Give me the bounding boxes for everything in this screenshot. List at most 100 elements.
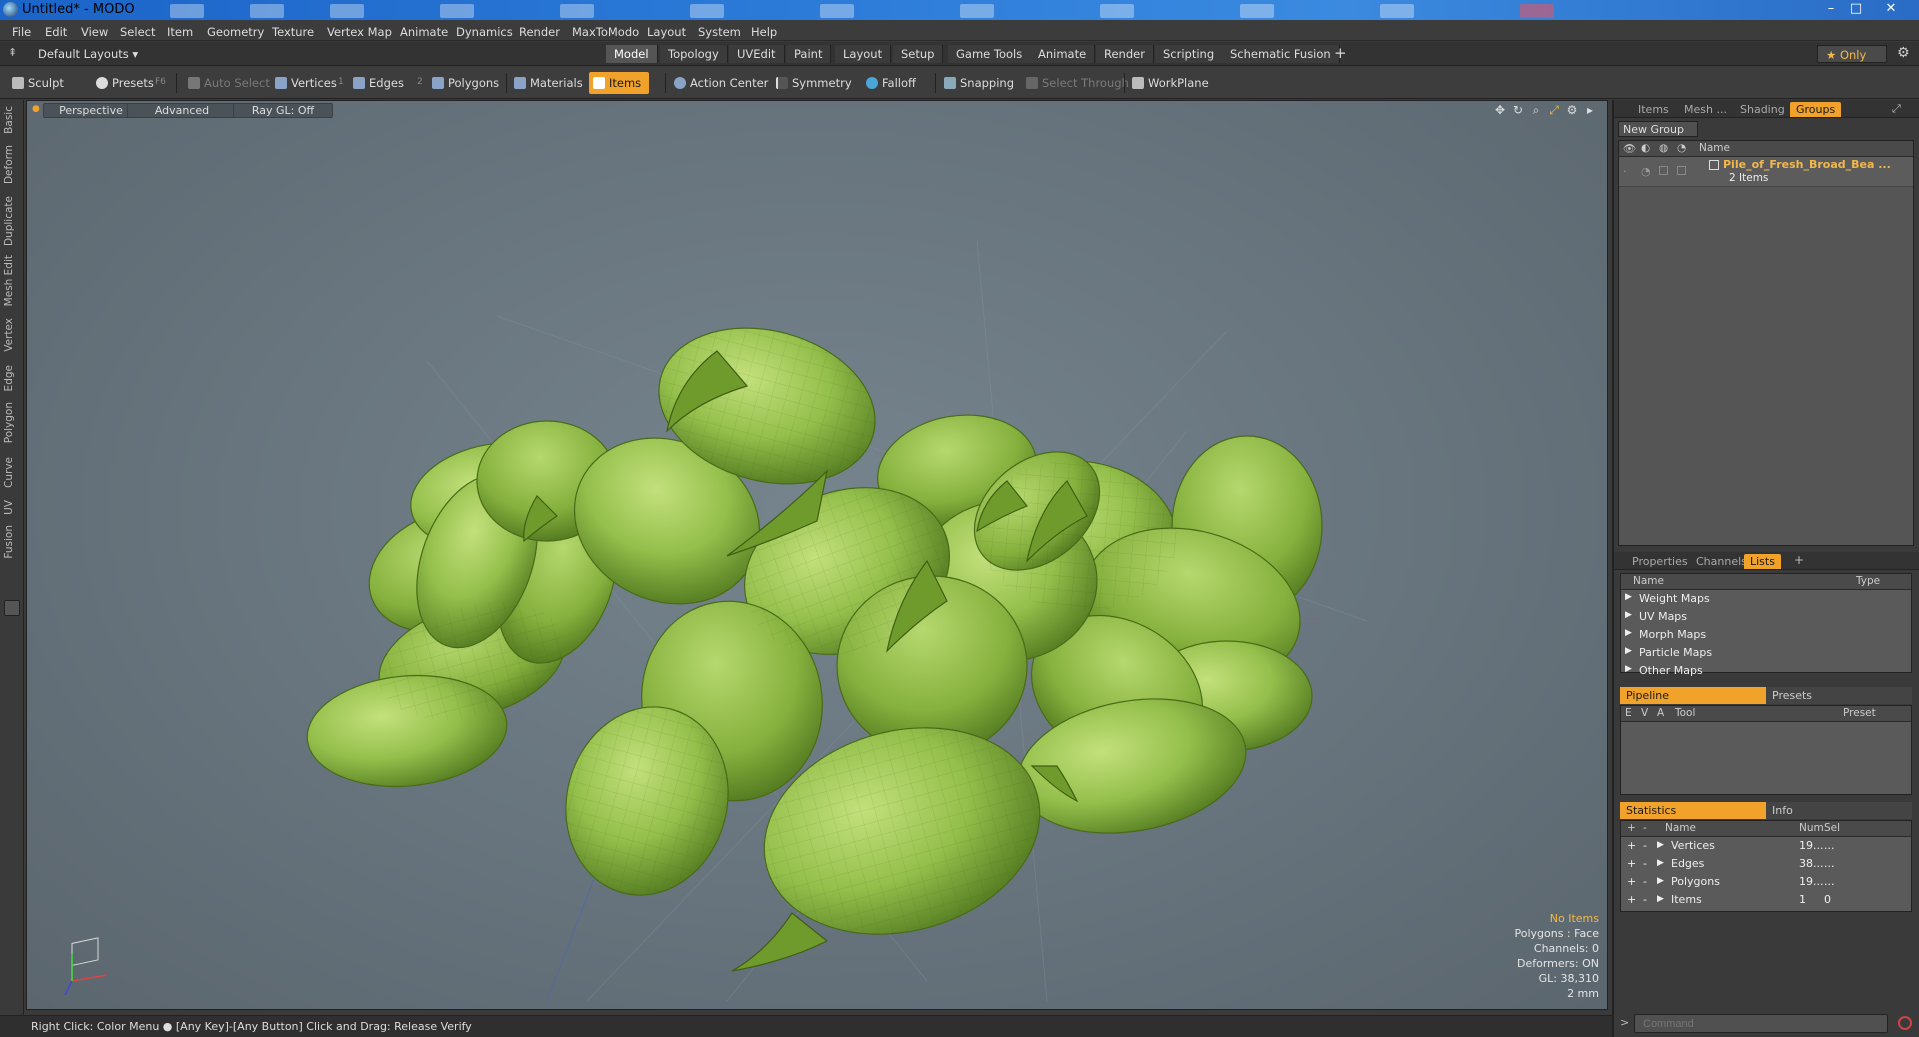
viewport-settings-icon[interactable]: ⚙ <box>1566 104 1578 116</box>
minimize-button[interactable]: – <box>1820 1 1842 18</box>
materials-mode-button[interactable]: Materials <box>510 72 583 94</box>
new-group-button[interactable]: New Group <box>1618 121 1698 137</box>
stats-remove-button[interactable]: - <box>1643 875 1647 888</box>
vtab-mesh-edit[interactable]: Mesh Edit <box>3 255 15 306</box>
vtab-vertex[interactable]: Vertex <box>3 318 15 352</box>
group-name[interactable]: Pile_of_Fresh_Broad_Bea ... <box>1723 158 1891 171</box>
menu-edit[interactable]: Edit <box>45 25 67 39</box>
viewport-menu-icon[interactable]: ● <box>32 104 40 114</box>
restore-button[interactable]: □ <box>1845 1 1867 18</box>
tab-setup[interactable]: Setup <box>893 45 944 63</box>
list-item[interactable]: ▶ Particle Maps <box>1621 644 1911 662</box>
viewport-expand-icon[interactable]: ▸ <box>1584 104 1596 116</box>
only-toggle[interactable]: ★ Only <box>1817 45 1887 63</box>
tab-pipeline[interactable]: Pipeline <box>1620 687 1766 704</box>
menu-help[interactable]: Help <box>751 25 777 39</box>
select-through-button[interactable]: Select Through <box>1022 72 1129 94</box>
advanced-button[interactable]: Advanced <box>127 103 237 118</box>
list-item[interactable]: ▶ UV Maps <box>1621 608 1911 626</box>
tab-paint[interactable]: Paint <box>786 45 832 63</box>
tab-properties[interactable]: Properties <box>1626 554 1694 569</box>
tab-statistics[interactable]: Statistics <box>1620 802 1766 819</box>
list-item[interactable]: ▶ Morph Maps <box>1621 626 1911 644</box>
layout-pin-icon[interactable]: ⇞ <box>8 46 17 59</box>
vtab-edge[interactable]: Edge <box>3 365 15 391</box>
tab-animate[interactable]: Animate <box>1030 45 1096 63</box>
menu-view[interactable]: View <box>81 25 108 39</box>
tab-items[interactable]: Items <box>1632 102 1675 117</box>
menu-animate[interactable]: Animate <box>400 25 448 39</box>
stats-row-polygons[interactable]: + - ▶ Polygons 19... ... <box>1621 873 1911 891</box>
expand-arrow-icon[interactable]: ▶ <box>1657 858 1664 868</box>
tab-shading[interactable]: Shading <box>1734 102 1791 117</box>
zoom-view-icon[interactable]: ⌕ <box>1530 104 1542 116</box>
tab-mesh[interactable]: Mesh ... <box>1678 102 1733 117</box>
vtab-curve[interactable]: Curve <box>3 457 15 488</box>
tab-topology[interactable]: Topology <box>660 45 728 63</box>
stats-remove-button[interactable]: - <box>1643 839 1647 852</box>
list-item[interactable]: ▶ Weight Maps <box>1621 590 1911 608</box>
tab-uvedit[interactable]: UVEdit <box>729 45 785 63</box>
menu-render[interactable]: Render <box>519 25 560 39</box>
stats-row-edges[interactable]: + - ▶ Edges 38... ... <box>1621 855 1911 873</box>
group-row[interactable]: · ◔ Pile_of_Fresh_Broad_Bea ... 2 Items <box>1619 157 1913 187</box>
stats-remove-button[interactable]: - <box>1643 893 1647 906</box>
menu-vertex-map[interactable]: Vertex Map <box>327 25 392 39</box>
falloff-button[interactable]: Falloff <box>862 72 916 94</box>
group-visibility-icon[interactable]: · <box>1623 165 1627 178</box>
symmetry-button[interactable]: Symmetry <box>772 72 852 94</box>
expand-arrow-icon[interactable]: ▶ <box>1625 628 1632 638</box>
menu-dynamics[interactable]: Dynamics <box>456 25 513 39</box>
stats-remove-button[interactable]: - <box>1643 857 1647 870</box>
tab-groups[interactable]: Groups <box>1790 102 1842 117</box>
vtab-polygon[interactable]: Polygon <box>3 402 15 443</box>
snapping-button[interactable]: Snapping <box>940 72 1014 94</box>
add-layout-tab-icon[interactable]: + <box>1334 44 1347 62</box>
tab-render[interactable]: Render <box>1096 45 1154 63</box>
vertices-mode-button[interactable]: Vertices <box>271 72 337 94</box>
vtab-basic[interactable]: Basic <box>3 106 15 134</box>
vtab-deform[interactable]: Deform <box>3 145 15 184</box>
close-button[interactable]: ✕ <box>1880 1 1902 18</box>
polygons-mode-button[interactable]: Polygons <box>428 72 499 94</box>
menu-maxtomodo[interactable]: MaxToModo <box>572 25 639 39</box>
tab-schematic-fusion[interactable]: Schematic Fusion <box>1222 45 1340 63</box>
items-mode-button[interactable]: Items <box>589 72 650 94</box>
stats-add-button[interactable]: + <box>1627 839 1636 852</box>
list-item[interactable]: ▶ Other Maps <box>1621 662 1911 680</box>
action-center-button[interactable]: Action Center <box>670 72 768 94</box>
menu-geometry[interactable]: Geometry <box>207 25 264 39</box>
maximize-view-icon[interactable]: ⤢ <box>1548 104 1560 116</box>
stats-add-button[interactable]: + <box>1627 875 1636 888</box>
edges-mode-button[interactable]: Edges <box>349 72 404 94</box>
expand-arrow-icon[interactable]: ▶ <box>1657 894 1664 904</box>
expand-arrow-icon[interactable]: ▶ <box>1625 646 1632 656</box>
group-select-box[interactable] <box>1677 166 1686 175</box>
3d-viewport[interactable]: ● Perspective Advanced Ray GL: Off ✥ ↻ ⌕… <box>26 100 1608 1010</box>
tab-game-tools[interactable]: Game Tools <box>948 45 1032 63</box>
expand-arrow-icon[interactable]: ▶ <box>1625 592 1632 602</box>
expand-arrow-icon[interactable]: ▶ <box>1657 840 1664 850</box>
left-strip-toggle[interactable] <box>4 600 20 616</box>
stats-row-vertices[interactable]: + - ▶ Vertices 19... ... <box>1621 837 1911 855</box>
stats-add-button[interactable]: + <box>1627 857 1636 870</box>
groups-expand-icon[interactable]: ⤢ <box>1892 102 1901 116</box>
record-icon[interactable] <box>1898 1016 1912 1030</box>
menu-system[interactable]: System <box>698 25 741 39</box>
expand-arrow-icon[interactable]: ▶ <box>1657 876 1664 886</box>
tab-info[interactable]: Info <box>1766 802 1912 819</box>
raygl-button[interactable]: Ray GL: Off <box>233 103 333 118</box>
tab-presets[interactable]: Presets <box>1766 687 1912 704</box>
tab-model[interactable]: Model <box>606 45 658 63</box>
move-view-icon[interactable]: ✥ <box>1494 104 1506 116</box>
workplane-button[interactable]: WorkPlane <box>1128 72 1209 94</box>
menu-file[interactable]: File <box>12 25 31 39</box>
stats-add-button[interactable]: + <box>1627 893 1636 906</box>
gear-icon[interactable]: ⚙ <box>1897 45 1910 61</box>
vtab-fusion[interactable]: Fusion <box>3 525 15 559</box>
vtab-uv[interactable]: UV <box>3 500 15 515</box>
menu-item[interactable]: Item <box>167 25 193 39</box>
perspective-button[interactable]: Perspective <box>43 103 139 118</box>
menu-select[interactable]: Select <box>120 25 155 39</box>
stats-row-items[interactable]: + - ▶ Items 1 0 <box>1621 891 1911 909</box>
